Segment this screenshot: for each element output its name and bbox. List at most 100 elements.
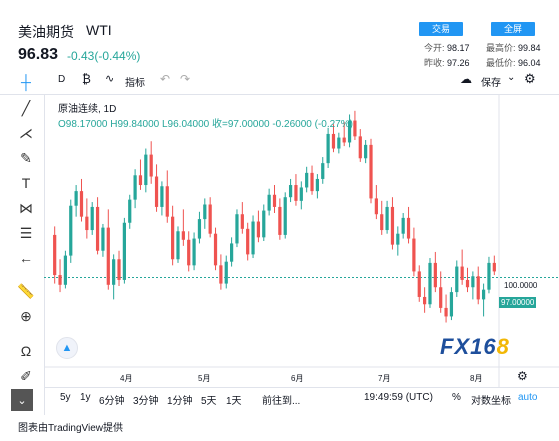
trendline-icon[interactable]: ╱ xyxy=(14,97,38,119)
candle xyxy=(138,159,143,190)
candle xyxy=(385,200,389,234)
chevron-down-icon[interactable]: ⌄ xyxy=(507,72,515,83)
interval-button[interactable]: D xyxy=(58,74,65,85)
back-arrow-icon[interactable]: ← xyxy=(14,247,38,269)
candle-body xyxy=(331,133,336,149)
x-tick: 4月 xyxy=(120,374,133,383)
candle xyxy=(251,215,255,259)
price-change: -0.43(-0.44%) xyxy=(67,49,141,63)
redo-icon[interactable]: ↷ xyxy=(180,72,190,86)
settings-icon[interactable]: ⚙ xyxy=(524,71,536,87)
candle xyxy=(149,141,153,184)
candle xyxy=(390,197,395,250)
candle-body xyxy=(487,262,491,290)
stat-open: 今开: 98.17 xyxy=(424,41,470,54)
candle xyxy=(444,294,448,323)
candle xyxy=(246,222,250,261)
pitchfork-icon[interactable]: ⋌ xyxy=(14,122,38,144)
candle xyxy=(471,271,475,300)
indicators-button[interactable]: 指标 xyxy=(125,74,145,89)
candle xyxy=(380,200,384,235)
candle xyxy=(230,237,234,267)
auto-scale-toggle[interactable]: auto xyxy=(518,392,537,403)
indicators-icon[interactable]: ∿ xyxy=(105,72,114,85)
candle xyxy=(417,265,421,302)
candle-body xyxy=(283,197,287,235)
range-1d[interactable]: 1天 xyxy=(226,392,242,407)
range-5d[interactable]: 5天 xyxy=(201,392,217,407)
candle-body xyxy=(337,137,341,149)
candle-body xyxy=(433,262,437,288)
candle xyxy=(224,255,228,289)
candle-body xyxy=(401,217,405,234)
candle-body xyxy=(165,186,169,217)
candle xyxy=(69,199,73,263)
candle xyxy=(213,227,218,271)
candle xyxy=(449,287,454,321)
candle-body xyxy=(95,206,100,251)
brush-icon[interactable]: ✎ xyxy=(14,147,38,169)
candle-body xyxy=(476,276,480,300)
undo-icon[interactable]: ↶ xyxy=(160,72,170,86)
pattern-icon[interactable]: ⋈ xyxy=(14,197,38,219)
candle xyxy=(256,210,261,243)
candle xyxy=(299,181,303,210)
candle-body xyxy=(315,178,319,192)
text-icon[interactable]: T xyxy=(14,172,38,194)
candle-body xyxy=(353,120,357,137)
stat-open-value: 98.17 xyxy=(447,43,470,53)
measure-lines-icon[interactable]: ☰ xyxy=(14,222,38,244)
candle xyxy=(128,194,132,229)
candle-style-icon[interactable]: ₿ xyxy=(82,72,91,86)
candle-body xyxy=(326,133,330,164)
candle xyxy=(358,129,362,162)
candle xyxy=(219,254,223,290)
magnet-icon[interactable]: Ω xyxy=(14,340,38,362)
goto-date-button[interactable]: 前往到... xyxy=(262,392,300,407)
price-axis-label: 100.0000 xyxy=(504,281,538,290)
candle xyxy=(181,209,185,246)
tradingview-logo-icon[interactable]: ▲ xyxy=(56,337,78,359)
range-3min[interactable]: 3分钟 xyxy=(133,392,159,407)
candle xyxy=(106,209,110,290)
candle xyxy=(465,267,470,293)
fullscreen-button[interactable]: 全屏 xyxy=(491,22,535,36)
range-1y[interactable]: 1y xyxy=(80,392,91,403)
clock-time: 19:49:59 (UTC) xyxy=(364,392,433,403)
candle-body xyxy=(58,275,62,285)
trade-button[interactable]: 交易 xyxy=(419,22,463,36)
candle xyxy=(171,205,175,266)
log-scale-toggle[interactable]: 对数坐标 xyxy=(471,392,511,407)
crosshair-icon[interactable]: ┼ xyxy=(14,74,38,90)
candle-body xyxy=(465,279,470,288)
axis-settings-icon[interactable]: ⚙ xyxy=(517,369,528,383)
candle xyxy=(315,174,319,199)
candle-body xyxy=(144,154,148,186)
candle-body xyxy=(439,287,443,308)
cloud-icon[interactable]: ☁ xyxy=(460,72,472,86)
candle-body xyxy=(122,222,126,280)
range-5y[interactable]: 5y xyxy=(60,392,71,403)
candle xyxy=(337,132,341,154)
candle-body xyxy=(396,233,400,245)
range-1min[interactable]: 1分钟 xyxy=(167,392,193,407)
candle-body xyxy=(171,216,175,260)
zoom-in-icon[interactable]: ⊕ xyxy=(14,305,38,327)
candle xyxy=(117,250,121,287)
candle-body xyxy=(417,271,421,297)
range-6min[interactable]: 6分钟 xyxy=(99,392,125,407)
instrument-symbol: WTI xyxy=(86,22,112,38)
percent-toggle[interactable]: % xyxy=(452,392,461,403)
candle-body xyxy=(471,276,475,288)
candle xyxy=(95,197,100,255)
candle-body xyxy=(160,186,164,207)
ruler-icon[interactable]: 📏 xyxy=(14,280,38,302)
save-button[interactable]: 保存 xyxy=(481,74,501,89)
stat-low-value: 96.04 xyxy=(518,58,541,68)
candle xyxy=(374,185,378,220)
candle xyxy=(310,165,314,195)
collapse-toolbar-icon[interactable]: ⌄ xyxy=(11,389,33,411)
candle xyxy=(197,211,202,244)
lock-drawing-icon[interactable]: ✐ xyxy=(14,365,38,387)
candle-body xyxy=(128,199,132,223)
